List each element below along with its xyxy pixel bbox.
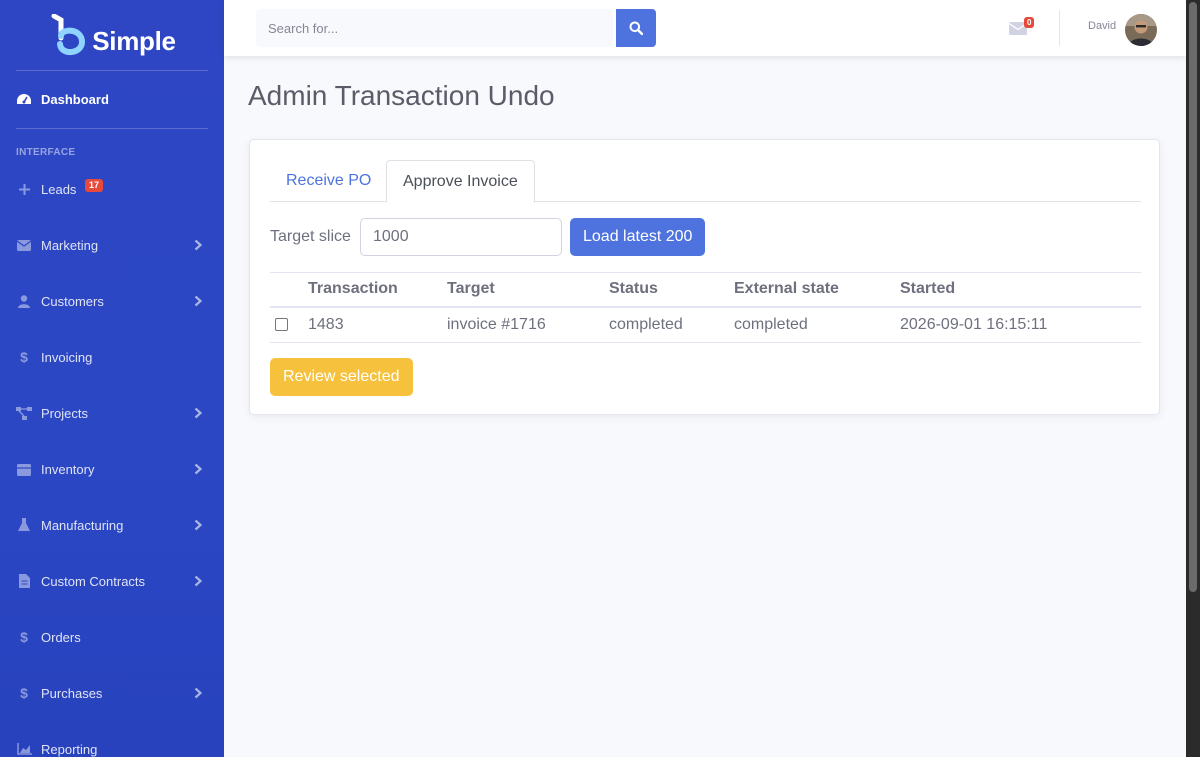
brand[interactable]: Simple bbox=[0, 0, 224, 70]
column-header-target: Target bbox=[447, 272, 609, 308]
search-form bbox=[256, 9, 656, 47]
brand-logo-icon bbox=[51, 14, 86, 55]
column-header-started: Started bbox=[900, 272, 1141, 308]
row-checkbox[interactable] bbox=[275, 318, 288, 332]
dollar-icon: $ bbox=[20, 349, 28, 365]
chevron-right-icon bbox=[194, 239, 203, 251]
topbar-divider bbox=[1059, 10, 1060, 46]
column-header-external-state: External state bbox=[734, 272, 900, 308]
cell-target: invoice #1716 bbox=[447, 306, 609, 343]
transaction-card: Receive PO Approve Invoice Target slice … bbox=[249, 139, 1160, 415]
boxes-icon bbox=[16, 461, 32, 477]
sidebar-item-customers[interactable]: Customers bbox=[0, 273, 224, 329]
dollar-icon: $ bbox=[20, 685, 28, 701]
select-column-header bbox=[270, 272, 308, 308]
envelope-icon bbox=[16, 237, 32, 253]
chart-area-icon bbox=[16, 741, 32, 757]
sidebar-item-label: Inventory bbox=[41, 461, 95, 477]
sidebar-item-marketing[interactable]: Marketing bbox=[0, 217, 224, 273]
chevron-right-icon bbox=[194, 575, 203, 587]
sidebar-item-inventory[interactable]: Inventory bbox=[0, 441, 224, 497]
sidebar-item-label: Marketing bbox=[41, 237, 99, 253]
chevron-right-icon bbox=[194, 519, 203, 531]
table-row: 1483 invoice #1716 completed completed 2… bbox=[270, 306, 1141, 343]
cell-transaction: 1483 bbox=[308, 306, 447, 343]
sidebar-item-label: Reporting bbox=[41, 741, 98, 757]
sidebar-item-label: Manufacturing bbox=[41, 517, 124, 533]
leads-badge: 17 bbox=[85, 179, 104, 192]
sidebar-item-label: Dashboard bbox=[41, 92, 109, 107]
chevron-right-icon bbox=[194, 295, 203, 307]
topbar: 0 David bbox=[224, 0, 1186, 56]
sidebar: Simple Dashboard INTERFACE Leads 17 Mark… bbox=[0, 0, 224, 757]
dollar-icon: $ bbox=[20, 629, 28, 645]
sidebar-item-label: Purchases bbox=[41, 685, 103, 701]
file-icon bbox=[16, 573, 32, 589]
sidebar-item-leads[interactable]: Leads 17 bbox=[0, 161, 224, 217]
sidebar-item-label: Projects bbox=[41, 405, 88, 421]
target-slice-label: Target slice bbox=[270, 228, 351, 245]
sidebar-item-purchases[interactable]: $ Purchases bbox=[0, 665, 224, 721]
transactions-table: Transaction Target Status External state… bbox=[270, 272, 1141, 343]
flask-icon bbox=[16, 517, 32, 533]
cell-started: 2026-09-01 16:15:11 bbox=[900, 306, 1141, 343]
avatar[interactable] bbox=[1125, 14, 1157, 46]
tachometer-icon bbox=[16, 92, 32, 108]
chevron-right-icon bbox=[194, 463, 203, 475]
cell-external-state: completed bbox=[734, 306, 900, 343]
page-title: Admin Transaction Undo bbox=[248, 80, 555, 111]
column-header-status: Status bbox=[609, 272, 734, 308]
target-slice-input[interactable] bbox=[360, 218, 562, 256]
user-name[interactable]: David bbox=[1088, 20, 1116, 32]
sidebar-item-invoicing[interactable]: $ Invoicing bbox=[0, 329, 224, 385]
load-latest-button[interactable]: Load latest 200 bbox=[570, 218, 706, 256]
sidebar-item-custom-contracts[interactable]: Custom Contracts bbox=[0, 553, 224, 609]
search-button[interactable] bbox=[616, 9, 656, 47]
project-diagram-icon bbox=[16, 405, 32, 421]
tab-receive-po[interactable]: Receive PO bbox=[270, 160, 387, 202]
sidebar-item-orders[interactable]: $ Orders bbox=[0, 609, 224, 665]
sidebar-item-label: Invoicing bbox=[41, 349, 93, 365]
table-header-row: Transaction Target Status External state… bbox=[270, 272, 1141, 308]
plus-icon bbox=[16, 181, 32, 197]
sidebar-item-label: Custom Contracts bbox=[41, 573, 146, 589]
sidebar-item-label: Customers bbox=[41, 293, 104, 309]
review-selected-button[interactable]: Review selected bbox=[270, 358, 413, 396]
sidebar-item-projects[interactable]: Projects bbox=[0, 385, 224, 441]
sidebar-item-dashboard[interactable]: Dashboard bbox=[0, 71, 224, 128]
search-input[interactable] bbox=[256, 9, 613, 47]
tab-bar: Receive PO Approve Invoice bbox=[270, 160, 1141, 203]
chevron-right-icon bbox=[194, 687, 203, 699]
sidebar-item-reporting[interactable]: Reporting bbox=[0, 721, 224, 757]
cell-status: completed bbox=[609, 306, 734, 343]
messages-badge: 0 bbox=[1024, 17, 1035, 28]
tab-approve-invoice[interactable]: Approve Invoice bbox=[386, 160, 535, 203]
column-header-transaction: Transaction bbox=[308, 272, 447, 308]
brand-name: Simple bbox=[92, 25, 176, 56]
scrollbar-thumb[interactable] bbox=[1189, 2, 1197, 592]
chevron-right-icon bbox=[194, 407, 203, 419]
sidebar-item-label: Leads bbox=[41, 181, 77, 197]
row-select-cell bbox=[270, 306, 308, 343]
sidebar-item-manufacturing[interactable]: Manufacturing bbox=[0, 497, 224, 553]
sidebar-item-label: Orders bbox=[41, 629, 81, 645]
sidebar-heading: INTERFACE bbox=[16, 147, 76, 158]
user-icon bbox=[16, 293, 32, 309]
search-icon bbox=[629, 21, 643, 35]
